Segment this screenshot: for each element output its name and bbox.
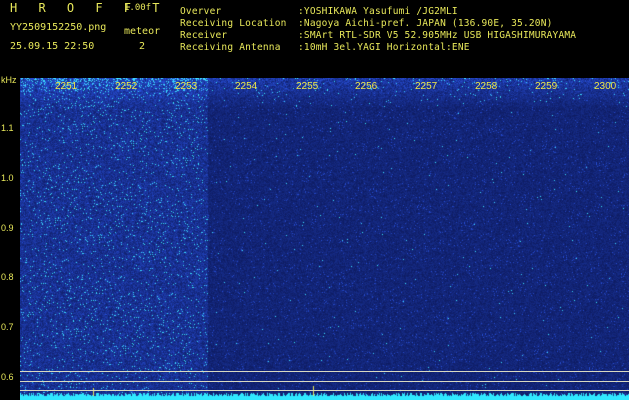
info-value: :10mH 3el.YAGI Horizontal:ENE [298,42,470,53]
reference-line [20,371,629,372]
time-mark: 2255 [296,81,319,92]
time-mark: 2253 [175,81,198,92]
meteor-label: meteor [124,26,161,37]
time-mark: 2251 [55,81,78,92]
reference-line [20,390,629,391]
y-axis-unit: kHz [1,75,17,85]
info-row-receiver: Receiver :SMArt RTL-SDR V5 52.905MHz USB … [180,30,576,41]
time-mark: 2252 [115,81,138,92]
info-row-location: Receiving Location :Nagoya Aichi-pref. JA… [180,18,553,29]
meteor-count: 2 [139,41,146,52]
header-panel: H R O F F T 1.00f YY2509152250.png meteo… [0,0,629,78]
spectrogram [20,78,629,400]
info-row-antenna: Receiving Antenna :10mH 3el.YAGI Horizont… [180,42,470,53]
time-mark: 2256 [355,81,378,92]
time-mark: 2257 [415,81,438,92]
reference-line [20,381,629,382]
y-tick: 0.7 [1,322,14,332]
y-tick: 0.9 [1,223,14,233]
time-mark: 2300 [594,81,617,92]
time-mark: 2254 [235,81,258,92]
info-value: :SMArt RTL-SDR V5 52.905MHz USB HIGASHIM… [298,30,577,41]
y-tick: 1.0 [1,173,14,183]
y-tick: 0.8 [1,272,14,282]
y-tick: 0.6 [1,372,14,382]
info-label: Receiver [180,30,228,41]
version-label: 1.00f [124,3,152,13]
info-value: :YOSHIKAWA Yasufumi /JG2MLI [298,6,458,17]
y-tick: 1.1 [1,123,14,133]
info-label: Receiving Antenna [180,42,281,53]
datetime-label: 25.09.15 22:50 [10,41,95,52]
info-label: Overver [180,6,222,17]
info-value: :Nagoya Aichi-pref. JAPAN (136.90E, 35.2… [298,18,553,29]
info-label: Receiving Location [180,18,287,29]
time-mark: 2259 [535,81,558,92]
info-row-observer: Overver :YOSHIKAWA Yasufumi /JG2MLI [180,6,458,17]
time-mark: 2258 [475,81,498,92]
file-name: YY2509152250.png [10,22,107,33]
